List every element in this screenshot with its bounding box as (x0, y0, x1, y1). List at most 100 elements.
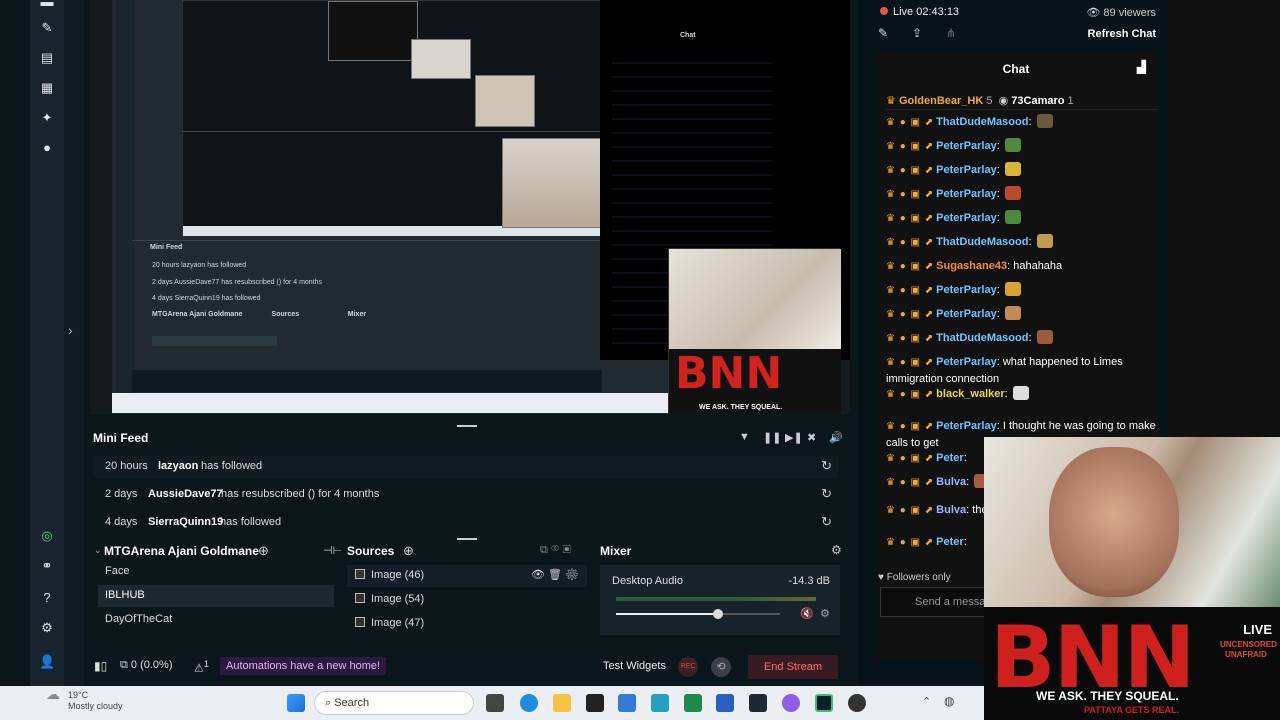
mute-alerts-icon[interactable]: ✖ (807, 431, 816, 444)
skip-icon[interactable]: ▶❚ (785, 431, 803, 444)
chat-username[interactable]: PeterParlay (936, 212, 997, 224)
viewer-count: 👁 89 viewers (1086, 7, 1156, 19)
emote-icon (1004, 138, 1021, 152)
source-tools-icon[interactable]: ⧉ ⚭ ▣ (540, 544, 571, 557)
tools-icon[interactable]: ✦ (39, 110, 55, 126)
weather-widget[interactable]: 19°C Mostly cloudy (46, 690, 123, 712)
filter-icon[interactable]: ▼ (739, 431, 750, 443)
start-icon[interactable] (287, 694, 305, 712)
automations-notice[interactable]: Automations have a new home! (220, 657, 387, 675)
stats-icon[interactable]: ▮▯ (94, 659, 107, 673)
record-button[interactable]: REC (678, 657, 698, 677)
themes-icon[interactable]: ✎ (39, 20, 55, 36)
steam-icon[interactable] (749, 694, 767, 712)
chat-username[interactable]: PeterParlay (936, 308, 997, 320)
help-icon[interactable]: ? (39, 590, 55, 606)
chat-username[interactable]: PeterParlay (936, 140, 997, 152)
chat-username[interactable]: Bulva (936, 504, 966, 516)
chat-colon: : (966, 504, 970, 516)
task-view-icon[interactable] (486, 694, 504, 712)
add-source-icon[interactable]: ⊕ (403, 543, 414, 559)
chat-username[interactable]: Bulva (936, 476, 966, 488)
tray-chevron-icon[interactable]: ⌃ (922, 695, 931, 708)
volume-slider[interactable] (616, 609, 780, 619)
user-badges-icon: ♛ ● ▣ ⬈ (886, 309, 935, 320)
chat-username[interactable]: ThatDudeMasood (936, 332, 1028, 344)
chat-username[interactable]: Sugashane43 (936, 260, 1007, 272)
app-icon[interactable] (651, 694, 669, 712)
scene-split-icon[interactable]: ⊣⊢ (323, 544, 342, 557)
user-badges-icon: ♛ ● ▣ ⬈ (886, 421, 935, 432)
chat-username[interactable]: Peter (936, 452, 964, 464)
chat-username[interactable]: ThatDudeMasood (936, 236, 1028, 248)
scene-item[interactable]: Face (98, 561, 334, 583)
record-icon[interactable]: ● (39, 140, 55, 156)
streamlabs-icon[interactable] (815, 694, 833, 712)
test-widgets-button[interactable]: Test Widgets (603, 660, 666, 672)
collapse-chevron-icon[interactable]: ⌄ (94, 545, 102, 556)
feed-user[interactable]: lazyaon (158, 460, 198, 472)
taskbar-search[interactable]: ⌕ Search (314, 691, 474, 715)
chat-username[interactable]: Peter (936, 536, 964, 548)
chat-username[interactable]: black_walker (936, 388, 1005, 400)
share-icon[interactable]: ⋔ (946, 26, 956, 40)
repeat-alert-icon[interactable]: ↻ (821, 486, 832, 502)
edge-icon[interactable] (520, 694, 538, 712)
repeat-alert-icon[interactable]: ↻ (821, 458, 832, 474)
popout-icon[interactable]: ⇪ (912, 26, 922, 40)
source-item[interactable]: Image (46) 👁 🗑 ⚙ (347, 565, 587, 587)
app-icon[interactable] (586, 694, 604, 712)
top-chatter-name[interactable]: 73Camaro (1011, 95, 1064, 107)
edit-icon[interactable]: ✎ (878, 26, 888, 40)
chat-users-icon[interactable]: ▟ (1137, 60, 1146, 74)
performance-indicator[interactable]: ⧉ 0 (0.0%) (120, 659, 173, 672)
chat-username[interactable]: PeterParlay (936, 284, 997, 296)
expand-chevron-icon[interactable]: › (68, 322, 73, 338)
library-icon[interactable]: ▦ (39, 80, 55, 96)
network-icon[interactable]: ◍ (944, 694, 954, 708)
source-actions-icon[interactable]: 👁 🗑 ⚙ (531, 568, 579, 581)
repeat-alert-icon[interactable]: ↻ (821, 514, 832, 530)
mute-icon[interactable]: 🔇 (800, 607, 814, 620)
top-chatter-name[interactable]: GoldenBear_HK (899, 95, 983, 107)
chat-username[interactable]: ThatDudeMasood (936, 116, 1028, 128)
chat-username[interactable]: PeterParlay (936, 188, 997, 200)
profile-icon[interactable]: 👤 (39, 654, 55, 670)
resize-handle[interactable] (457, 538, 477, 540)
mixer-settings-icon[interactable]: ⚙ (831, 543, 842, 557)
chat-colon: : (996, 420, 1000, 432)
source-item[interactable]: Image (47) (347, 613, 587, 635)
emote-icon (1036, 330, 1053, 344)
chat-username[interactable]: PeterParlay (936, 420, 997, 432)
channel-settings-icon[interactable]: ⚙ (820, 607, 830, 620)
discord-icon[interactable] (782, 694, 800, 712)
end-stream-button[interactable]: End Stream (748, 655, 838, 679)
source-item[interactable]: Image (54) (347, 589, 587, 611)
add-scene-icon[interactable]: ⊕ (258, 543, 269, 559)
scene-item-selected[interactable]: IBLHUB (98, 585, 334, 607)
replay-buffer-icon[interactable]: ⟲ (711, 657, 731, 677)
word-icon[interactable] (716, 694, 734, 712)
settings-icon[interactable]: ⚙ (39, 620, 55, 636)
link-icon[interactable]: ⚭ (39, 558, 55, 574)
volume-icon[interactable]: 🔊 (829, 431, 843, 444)
feed-user[interactable]: SierraQuinn19 (148, 516, 223, 528)
app-icon[interactable] (618, 694, 636, 712)
feed-user[interactable]: AussieDave77 (148, 488, 223, 500)
store-icon[interactable]: ▤ (39, 50, 55, 66)
media-player-icon[interactable] (848, 694, 866, 712)
nav-icon[interactable]: ▬ (39, 0, 55, 10)
pause-icon[interactable]: ❚❚ (763, 431, 781, 444)
resize-handle[interactable] (457, 425, 477, 427)
alert-indicator[interactable]: ⚠1 (194, 659, 209, 675)
chat-username[interactable]: PeterParlay (936, 356, 997, 368)
volume-knob[interactable] (712, 609, 723, 619)
file-explorer-icon[interactable] (553, 694, 571, 712)
studio-mode-icon[interactable]: ◎ (39, 528, 55, 544)
nested-webcam-thumb (502, 138, 605, 228)
excel-icon[interactable] (684, 694, 702, 712)
chat-username[interactable]: PeterParlay (936, 164, 997, 176)
refresh-chat-button[interactable]: Refresh Chat (1088, 28, 1156, 40)
scene-item[interactable]: DayOfTheCat (98, 609, 334, 631)
scene-collection-title[interactable]: MTGArena Ajani Goldmane (104, 544, 259, 558)
